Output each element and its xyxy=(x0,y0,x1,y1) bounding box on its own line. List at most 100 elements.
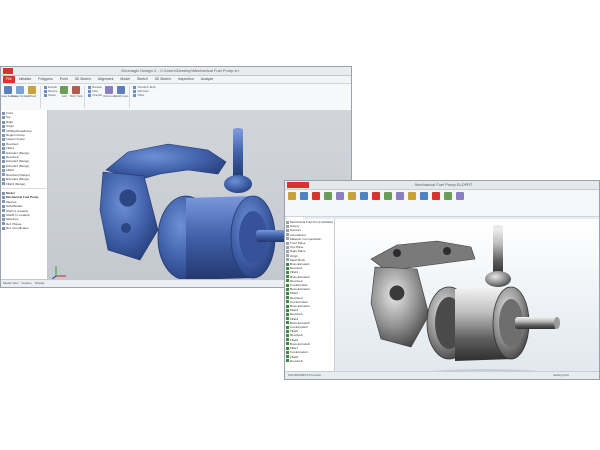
inlet-pipe xyxy=(233,130,243,178)
command-button[interactable]: Hole Wizard xyxy=(335,192,345,214)
list-item-label: Transform Body xyxy=(137,86,156,89)
ribbon-list-item[interactable]: Transform Body xyxy=(133,86,156,89)
feature-icon xyxy=(286,300,289,304)
ribbon-list-item[interactable]: Chamfer xyxy=(88,94,102,97)
ribbon-button-label: Body Tools xyxy=(70,95,83,98)
graphics-area[interactable] xyxy=(335,219,599,379)
housing-port xyxy=(388,284,406,302)
ribbon-button[interactable]: Body Tools xyxy=(70,86,83,98)
command-button[interactable]: Fillet xyxy=(359,192,369,214)
bracket-hole-2 xyxy=(443,247,451,255)
command-button[interactable]: Extruded Boss/Base xyxy=(287,192,297,214)
command-button[interactable]: Revolved Cut xyxy=(347,192,357,214)
tool-icon xyxy=(72,86,81,94)
ribbon-button[interactable]: Create Surface xyxy=(11,86,29,98)
list-item-label: Offset xyxy=(137,94,145,97)
tree-item[interactable]: Revolve6 xyxy=(286,359,333,363)
ribbon-tab[interactable]: Initialize xyxy=(16,76,35,83)
ribbon-list-item[interactable]: Sweep xyxy=(44,94,57,97)
list-item-icon xyxy=(88,90,92,93)
tool-icon xyxy=(372,192,380,200)
list-item-icon xyxy=(88,86,92,89)
tool-icon xyxy=(117,86,126,94)
command-button[interactable]: Rib xyxy=(383,192,393,214)
status-tab[interactable]: Model View xyxy=(3,280,18,287)
ribbon-tab[interactable]: 3D Sketch xyxy=(152,76,174,83)
command-button[interactable]: Draft xyxy=(395,192,405,214)
ribbon-button[interactable]: Wizard xyxy=(27,86,37,98)
app-menu-button[interactable] xyxy=(3,68,13,74)
drive-shaft xyxy=(515,317,557,329)
solidworks-logo[interactable] xyxy=(287,182,309,188)
status-tab[interactable]: Display xyxy=(35,280,45,287)
command-button[interactable]: Curves xyxy=(443,192,453,214)
list-item-label: Fillet xyxy=(92,90,98,93)
bracket-hole xyxy=(393,249,401,257)
command-button[interactable]: Instant3D xyxy=(455,192,465,214)
tree-item-icon xyxy=(2,204,5,208)
ribbon-tab[interactable]: Sketch xyxy=(134,76,151,83)
ribbon-button-label: Modify Face xyxy=(114,95,129,98)
list-item-label: Split Face xyxy=(137,90,149,93)
ribbon-tab[interactable]: Polygons xyxy=(35,76,55,83)
feature-icon xyxy=(286,317,289,321)
ribbon-tab[interactable]: Inspection xyxy=(175,76,197,83)
feature-icon xyxy=(286,304,289,308)
tree-item-icon xyxy=(2,168,5,172)
tree-item-icon xyxy=(2,191,5,195)
tool-icon xyxy=(384,192,392,200)
ribbon-button[interactable]: Edit xyxy=(59,86,69,98)
feature-icon xyxy=(286,229,289,232)
command-button[interactable]: Shell xyxy=(407,192,417,214)
ribbon-tab[interactable]: File xyxy=(3,76,15,83)
list-item-label: Revolve xyxy=(48,90,58,93)
tree-item-icon xyxy=(2,200,5,204)
ribbon-list-item[interactable]: Boolean xyxy=(88,86,102,89)
tool-icon xyxy=(312,192,320,200)
tree-item[interactable]: Ref. Coordinates xyxy=(2,226,46,230)
command-button[interactable]: Extruded Cut xyxy=(323,192,333,214)
tree-item-label: Revolve6 xyxy=(290,358,303,363)
cad-solid-model xyxy=(370,225,560,361)
ribbon-tab[interactable]: 3D Sketch xyxy=(72,76,94,83)
ribbon-list: Transform Body Split Face Offset xyxy=(133,86,156,97)
ribbon-list-item[interactable]: Revolve xyxy=(44,90,57,93)
status-tab[interactable]: Feature xyxy=(21,280,31,287)
list-item-icon xyxy=(133,86,137,89)
tree-item-icon xyxy=(2,196,5,200)
feature-icon xyxy=(286,241,289,245)
list-item-label: Sweep xyxy=(48,94,56,97)
ribbon-button-label: Wizard xyxy=(27,95,37,98)
command-button[interactable]: Revolved Boss/Base xyxy=(299,192,309,214)
command-button[interactable]: Mirror xyxy=(419,192,429,214)
ribbon-list-item[interactable]: Split Face xyxy=(133,90,155,93)
ribbon-list-item[interactable]: Offset xyxy=(133,94,155,97)
ribbon-tab[interactable]: Analyze xyxy=(198,76,216,83)
tree-divider xyxy=(2,187,46,189)
feature-icon xyxy=(286,275,289,279)
ribbon-tab[interactable]: Point xyxy=(57,76,71,83)
command-button[interactable]: Reference Geometry xyxy=(431,192,441,214)
list-item-icon xyxy=(88,94,92,97)
command-button[interactable]: Linear Pattern xyxy=(371,192,381,214)
window-title: Geomagic Design X - C:\Users\Desktop\Mec… xyxy=(121,68,239,73)
ribbon-button[interactable]: Modify Face xyxy=(114,86,129,98)
feature-icon xyxy=(286,266,289,270)
tree-item-icon xyxy=(2,129,5,133)
housing-hole xyxy=(121,223,131,233)
tool-icon xyxy=(60,86,69,94)
ribbon-button[interactable]: Reference xyxy=(103,86,115,98)
tree-item[interactable]: Fillet3 (Merge) xyxy=(2,182,46,186)
feature-icon xyxy=(286,220,289,224)
tree-item-icon xyxy=(2,155,5,159)
ribbon-list-item[interactable]: Fillet xyxy=(88,90,102,93)
command-button[interactable]: Swept Boss/Base xyxy=(311,192,321,214)
ribbon-list-item[interactable]: Extrude xyxy=(44,86,57,89)
bracket-plate xyxy=(370,240,476,272)
ribbon-tab[interactable]: Alignment xyxy=(95,76,117,83)
tool-icon xyxy=(288,192,296,200)
tree-item-icon xyxy=(2,177,5,181)
ribbon-separator xyxy=(129,86,131,108)
ribbon-tab[interactable]: Model xyxy=(117,76,133,83)
feature-icon xyxy=(286,292,289,296)
